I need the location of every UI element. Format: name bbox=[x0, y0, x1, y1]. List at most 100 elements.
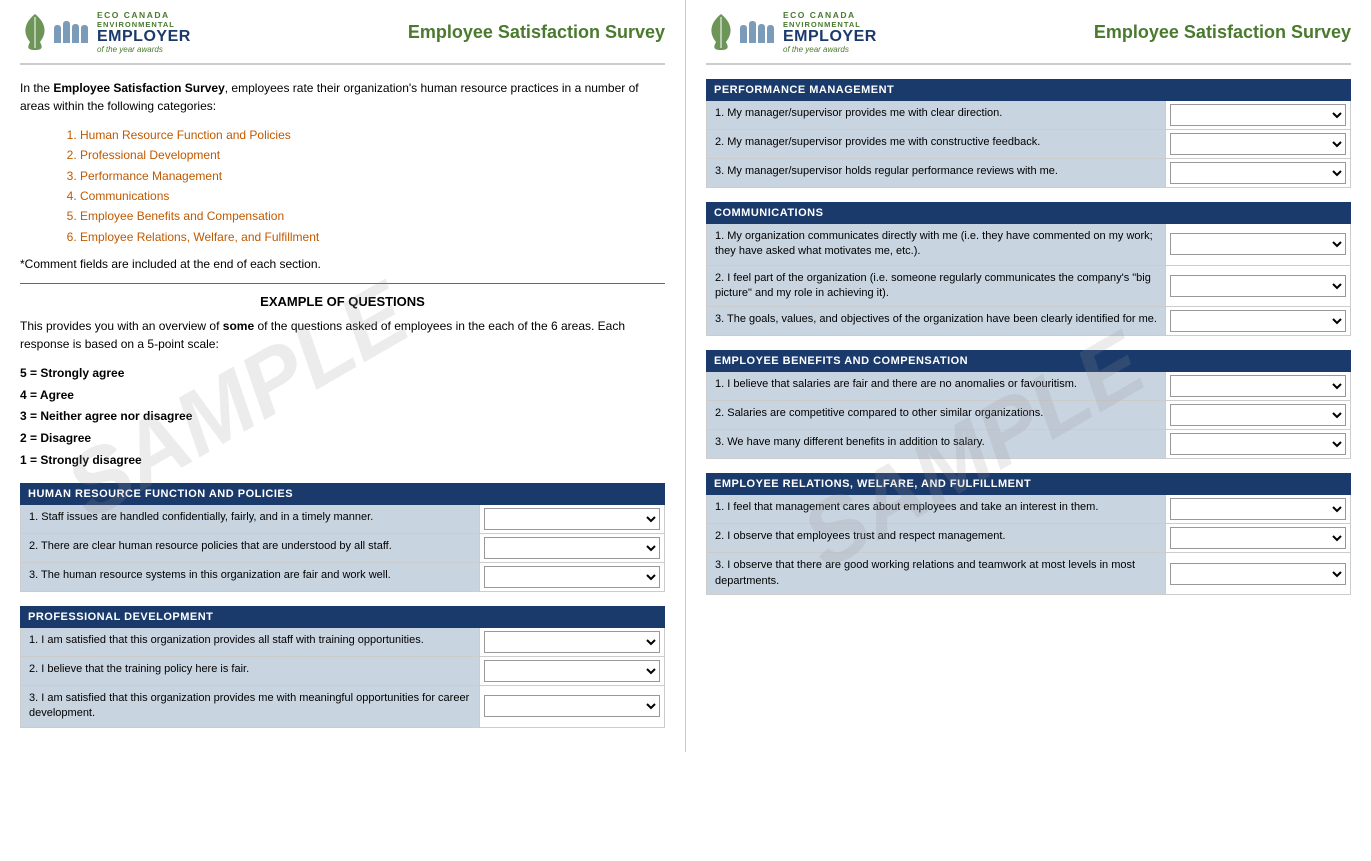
table-row: 1. Staff issues are handled confidential… bbox=[20, 505, 665, 534]
table-row: 3. We have many different benefits in ad… bbox=[706, 430, 1351, 459]
list-item: Employee Relations, Welfare, and Fulfill… bbox=[80, 227, 665, 247]
list-item: Professional Development bbox=[80, 145, 665, 165]
dropdown-cell bbox=[1165, 553, 1350, 594]
person3 bbox=[758, 24, 765, 43]
person2 bbox=[749, 21, 756, 43]
intro-paragraph: In the Employee Satisfaction Survey, emp… bbox=[20, 79, 665, 115]
question-cell: 2. My manager/supervisor provides me wit… bbox=[707, 130, 1165, 158]
question-cell: 1. I feel that management cares about em… bbox=[707, 495, 1165, 523]
list-item: Communications bbox=[80, 186, 665, 206]
logo-text-block-left: ECO CANADA ENVIRONMENTAL EMPLOYER of the… bbox=[97, 10, 191, 55]
answer-dropdown[interactable] bbox=[1170, 133, 1346, 155]
dropdown-cell bbox=[1165, 266, 1350, 307]
dropdown-cell bbox=[479, 505, 664, 533]
page-right: SAMPLE ECO CANADA ENVIRONMENTAL EMPLOYER bbox=[686, 0, 1371, 752]
dropdown-cell bbox=[1165, 101, 1350, 129]
table-row: 1. My manager/supervisor provides me wit… bbox=[706, 101, 1351, 130]
answer-dropdown[interactable] bbox=[1170, 527, 1346, 549]
intro-bold: Employee Satisfaction Survey bbox=[53, 81, 224, 95]
person2 bbox=[63, 21, 70, 43]
table-row: 2. My manager/supervisor provides me wit… bbox=[706, 130, 1351, 159]
section-hr: HUMAN RESOURCE FUNCTION AND POLICIES 1. … bbox=[20, 483, 665, 592]
question-cell: 2. I feel part of the organization (i.e.… bbox=[707, 266, 1165, 307]
some-bold: some bbox=[223, 319, 254, 333]
answer-dropdown[interactable] bbox=[484, 508, 660, 530]
people-icon-right bbox=[739, 21, 775, 43]
person1 bbox=[740, 25, 747, 43]
list-item: Human Resource Function and Policies bbox=[80, 125, 665, 145]
answer-dropdown[interactable] bbox=[1170, 375, 1346, 397]
section-pd-header: PROFESSIONAL DEVELOPMENT bbox=[20, 606, 665, 628]
section-ebc: EMPLOYEE BENEFITS AND COMPENSATION 1. I … bbox=[706, 350, 1351, 459]
answer-dropdown[interactable] bbox=[1170, 162, 1346, 184]
left-logo: ECO CANADA ENVIRONMENTAL EMPLOYER of the… bbox=[20, 10, 191, 55]
question-cell: 3. I observe that there are good working… bbox=[707, 553, 1165, 594]
page-container: SAMPLE ECO CANADA ENVIRONMENTAL bbox=[0, 0, 1371, 752]
answer-dropdown[interactable] bbox=[1170, 498, 1346, 520]
dropdown-cell bbox=[1165, 430, 1350, 458]
dropdown-cell bbox=[1165, 495, 1350, 523]
dropdown-cell bbox=[1165, 130, 1350, 158]
logo-text-block-right: ECO CANADA ENVIRONMENTAL EMPLOYER of the… bbox=[783, 10, 877, 55]
question-cell: 2. There are clear human resource polici… bbox=[21, 534, 479, 562]
question-cell: 1. I am satisfied that this organization… bbox=[21, 628, 479, 656]
eco-canada-text-right: ECO CANADA bbox=[783, 10, 877, 20]
section-ebc-header: EMPLOYEE BENEFITS AND COMPENSATION bbox=[706, 350, 1351, 372]
table-row: 3. I am satisfied that this organization… bbox=[20, 686, 665, 728]
comment-note: *Comment fields are included at the end … bbox=[20, 257, 665, 271]
table-row: 1. My organization communicates directly… bbox=[706, 224, 1351, 266]
question-cell: 1. My organization communicates directly… bbox=[707, 224, 1165, 265]
table-row: 2. Salaries are competitive compared to … bbox=[706, 401, 1351, 430]
answer-dropdown[interactable] bbox=[1170, 104, 1346, 126]
section-comm-header: COMMUNICATIONS bbox=[706, 202, 1351, 224]
answer-dropdown[interactable] bbox=[484, 695, 660, 717]
table-row: 1. I am satisfied that this organization… bbox=[20, 628, 665, 657]
employer-text-right: EMPLOYER bbox=[783, 29, 877, 45]
dropdown-cell bbox=[479, 534, 664, 562]
dropdown-cell bbox=[479, 563, 664, 591]
answer-dropdown[interactable] bbox=[1170, 275, 1346, 297]
list-item: Performance Management bbox=[80, 166, 665, 186]
scale-item: 3 = Neither agree nor disagree bbox=[20, 406, 665, 428]
person4 bbox=[767, 25, 774, 43]
list-item: Employee Benefits and Compensation bbox=[80, 206, 665, 226]
scale-item: 2 = Disagree bbox=[20, 428, 665, 450]
question-cell: 2. I observe that employees trust and re… bbox=[707, 524, 1165, 552]
answer-dropdown[interactable] bbox=[1170, 310, 1346, 332]
answer-dropdown[interactable] bbox=[484, 660, 660, 682]
table-row: 3. The human resource systems in this or… bbox=[20, 563, 665, 592]
dropdown-cell bbox=[1165, 307, 1350, 335]
dropdown-cell bbox=[1165, 372, 1350, 400]
right-logo: ECO CANADA ENVIRONMENTAL EMPLOYER of the… bbox=[706, 10, 877, 55]
answer-dropdown[interactable] bbox=[484, 566, 660, 588]
left-header: ECO CANADA ENVIRONMENTAL EMPLOYER of the… bbox=[20, 10, 665, 65]
scale-item: 1 = Strongly disagree bbox=[20, 450, 665, 472]
table-row: 3. My manager/supervisor holds regular p… bbox=[706, 159, 1351, 188]
section-erw: EMPLOYEE RELATIONS, WELFARE, AND FULFILL… bbox=[706, 473, 1351, 595]
section-hr-header: HUMAN RESOURCE FUNCTION AND POLICIES bbox=[20, 483, 665, 505]
right-header: ECO CANADA ENVIRONMENTAL EMPLOYER of the… bbox=[706, 10, 1351, 65]
question-cell: 2. I believe that the training policy he… bbox=[21, 657, 479, 685]
scale-item: 5 = Strongly agree bbox=[20, 363, 665, 385]
answer-dropdown[interactable] bbox=[484, 537, 660, 559]
question-cell: 3. We have many different benefits in ad… bbox=[707, 430, 1165, 458]
eco-canada-text-left: ECO CANADA bbox=[97, 10, 191, 20]
table-row: 1. I feel that management cares about em… bbox=[706, 495, 1351, 524]
dropdown-cell bbox=[479, 657, 664, 685]
dropdown-cell bbox=[1165, 401, 1350, 429]
table-row: 1. I believe that salaries are fair and … bbox=[706, 372, 1351, 401]
category-list: Human Resource Function and Policies Pro… bbox=[80, 125, 665, 247]
example-heading: EXAMPLE OF QUESTIONS bbox=[20, 294, 665, 309]
question-cell: 1. Staff issues are handled confidential… bbox=[21, 505, 479, 533]
answer-dropdown[interactable] bbox=[1170, 433, 1346, 455]
answer-dropdown[interactable] bbox=[1170, 404, 1346, 426]
scale-list: 5 = Strongly agree 4 = Agree 3 = Neither… bbox=[20, 363, 665, 471]
answer-dropdown[interactable] bbox=[1170, 563, 1346, 585]
dropdown-cell bbox=[479, 686, 664, 727]
section-pm: PERFORMANCE MANAGEMENT 1. My manager/sup… bbox=[706, 79, 1351, 188]
section-comm: COMMUNICATIONS 1. My organization commun… bbox=[706, 202, 1351, 337]
of-year-left: of the year awards bbox=[97, 45, 191, 55]
answer-dropdown[interactable] bbox=[1170, 233, 1346, 255]
answer-dropdown[interactable] bbox=[484, 631, 660, 653]
survey-title-left: Employee Satisfaction Survey bbox=[408, 22, 665, 43]
